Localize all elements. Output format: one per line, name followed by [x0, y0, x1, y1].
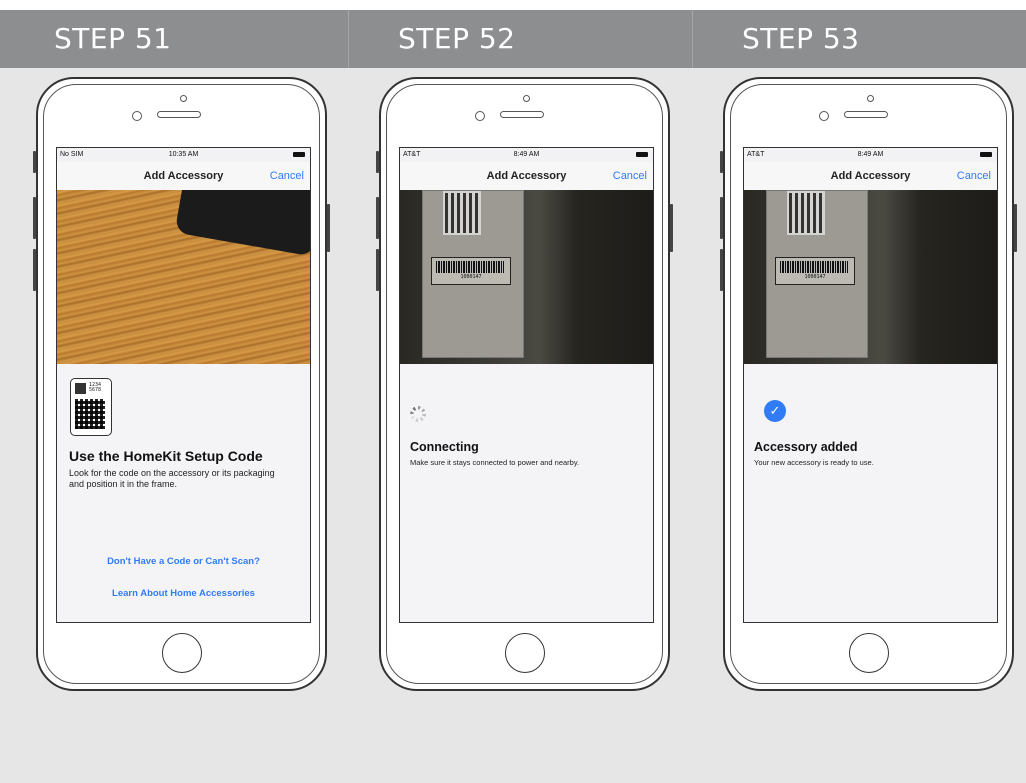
earpiece-speaker	[157, 111, 201, 118]
connecting-description: Make sure it stays connected to power an…	[410, 458, 580, 467]
volume-up-button	[33, 197, 36, 239]
proximity-sensor	[819, 111, 829, 121]
header-divider	[692, 10, 693, 68]
qr-digits-line-2: 5678	[89, 387, 102, 393]
power-button	[1014, 204, 1017, 252]
power-button	[327, 204, 330, 252]
learn-accessories-link[interactable]: Learn About Home Accessories	[57, 588, 310, 599]
proximity-sensor	[475, 111, 485, 121]
accessory-label-sticker: 1000147	[766, 190, 868, 358]
nav-bar: Add Accessory Cancel	[744, 162, 997, 190]
power-button	[670, 204, 673, 252]
home-icon	[75, 383, 86, 394]
accessory-label-sticker: 1000147	[422, 190, 524, 358]
earpiece-speaker	[500, 111, 544, 118]
status-bar: AT&T 8:49 AM	[744, 148, 997, 162]
cancel-button[interactable]: Cancel	[957, 170, 991, 182]
step-53-label: STEP 53	[742, 22, 860, 55]
barcode-number: 1000147	[460, 274, 482, 280]
front-camera	[179, 95, 187, 102]
front-camera	[522, 95, 530, 102]
cancel-button[interactable]: Cancel	[613, 170, 647, 182]
nav-bar: Add Accessory Cancel	[57, 162, 310, 190]
status-bar: AT&T 8:49 AM	[400, 148, 653, 162]
volume-down-button	[720, 249, 723, 291]
earpiece-speaker	[844, 111, 888, 118]
connecting-title: Connecting	[410, 440, 479, 454]
phone-screen: AT&T 8:49 AM Add Accessory Cancel 100014…	[399, 147, 654, 623]
volume-down-button	[33, 249, 36, 291]
qr-code-image	[787, 191, 825, 235]
home-button	[505, 633, 545, 673]
mute-switch	[376, 151, 379, 173]
barcode-number: 1000147	[804, 274, 826, 280]
accessory-added-content: ✓ Accessory added Your new accessory is …	[744, 364, 997, 622]
setup-code-description: Look for the code on the accessory or it…	[69, 468, 275, 489]
setup-code-content: 1234 5678 Use the HomeKit Setup Code Loo…	[57, 364, 310, 622]
setup-code-title: Use the HomeKit Setup Code	[69, 448, 263, 464]
camera-viewfinder: 1000147	[400, 190, 653, 364]
status-time: 8:49 AM	[857, 151, 884, 158]
front-camera	[866, 95, 874, 102]
accessory-added-title: Accessory added	[754, 440, 858, 454]
no-code-link[interactable]: Don't Have a Code or Can't Scan?	[57, 556, 310, 567]
mute-switch	[720, 151, 723, 173]
home-button	[162, 633, 202, 673]
volume-up-button	[376, 197, 379, 239]
home-button	[849, 633, 889, 673]
status-time: 8:49 AM	[513, 151, 540, 158]
phone-screen: AT&T 8:49 AM Add Accessory Cancel 100014…	[743, 147, 998, 623]
volume-up-button	[720, 197, 723, 239]
battery-icon	[980, 151, 992, 158]
barcode	[436, 261, 504, 273]
phone-step-51: No SIM 10:35 AM Add Accessory Cancel 123…	[33, 77, 330, 691]
proximity-sensor	[132, 111, 142, 121]
qr-code-grid	[75, 399, 105, 429]
barcode	[780, 261, 848, 273]
cancel-button[interactable]: Cancel	[270, 170, 304, 182]
battery-icon	[636, 151, 648, 158]
connecting-content: Connecting Make sure it stays connected …	[400, 364, 653, 622]
status-bar: No SIM 10:35 AM	[57, 148, 310, 162]
status-time: 10:35 AM	[168, 151, 199, 158]
camera-viewfinder: 1000147	[744, 190, 997, 364]
volume-down-button	[376, 249, 379, 291]
phone-screen: No SIM 10:35 AM Add Accessory Cancel 123…	[56, 147, 311, 623]
checkmark-circle-icon: ✓	[764, 400, 786, 422]
loading-spinner-icon	[410, 406, 426, 422]
phone-step-52: AT&T 8:49 AM Add Accessory Cancel 100014…	[376, 77, 673, 691]
accessory-added-description: Your new accessory is ready to use.	[754, 458, 874, 467]
battery-icon	[293, 151, 305, 158]
step-51-label: STEP 51	[54, 22, 172, 55]
homekit-qr-code-icon: 1234 5678	[70, 378, 112, 436]
mute-switch	[33, 151, 36, 173]
header-divider	[348, 10, 349, 68]
camera-viewfinder	[57, 190, 310, 364]
qr-code-image	[443, 191, 481, 235]
nav-bar: Add Accessory Cancel	[400, 162, 653, 190]
barcode-box: 1000147	[431, 257, 511, 285]
barcode-box: 1000147	[775, 257, 855, 285]
phone-step-53: AT&T 8:49 AM Add Accessory Cancel 100014…	[720, 77, 1017, 691]
step-52-label: STEP 52	[398, 22, 516, 55]
